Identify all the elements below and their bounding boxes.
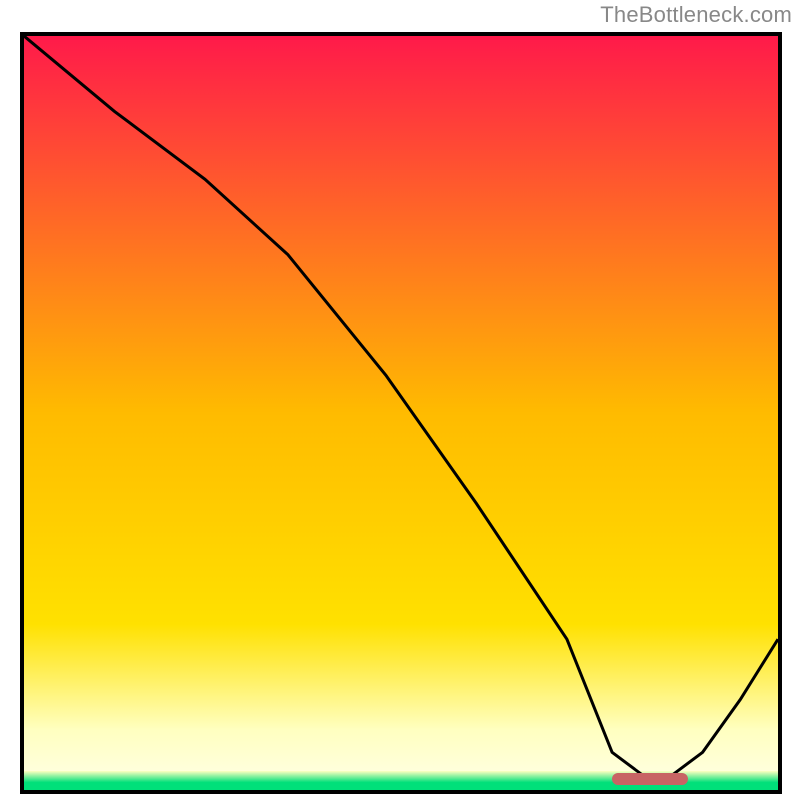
optimal-marker — [612, 773, 687, 785]
attribution-text: TheBottleneck.com — [600, 2, 792, 28]
chart-frame — [20, 32, 782, 794]
curve-path — [24, 36, 778, 775]
curve-svg — [24, 36, 778, 790]
chart-container: TheBottleneck.com — [0, 0, 800, 800]
